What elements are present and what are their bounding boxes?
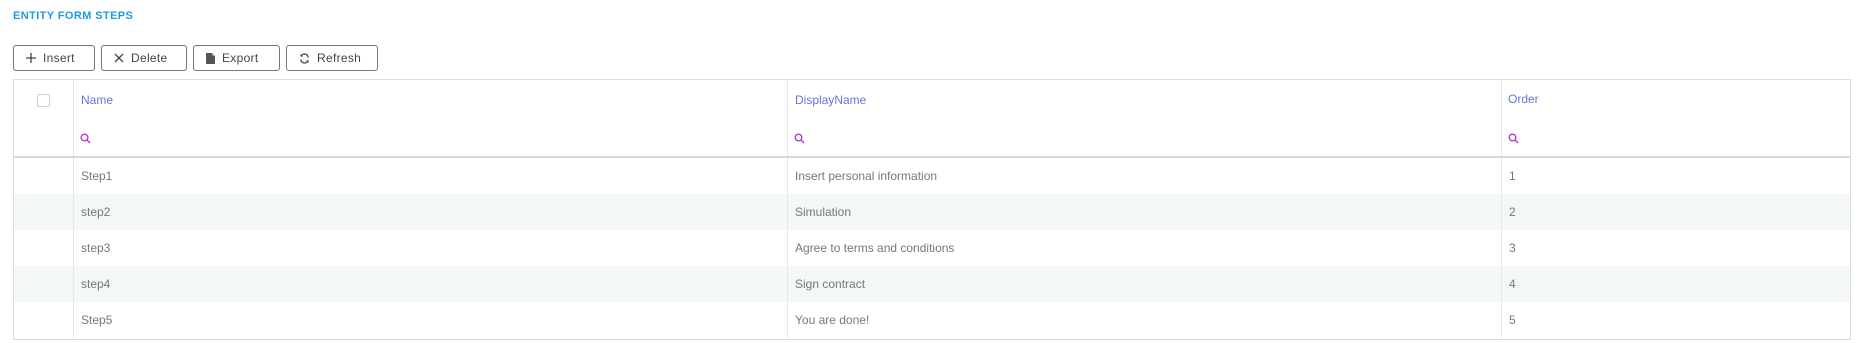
cell-displayname: You are done! <box>795 313 870 327</box>
grid-filter-row <box>14 120 1850 158</box>
search-icon[interactable] <box>1508 133 1519 144</box>
plus-icon <box>26 53 36 63</box>
filter-cell-order[interactable] <box>1501 120 1850 156</box>
cell-order: 1 <box>1509 169 1516 183</box>
refresh-button[interactable]: Refresh <box>286 45 378 71</box>
column-header-name-label: Name <box>81 93 114 107</box>
cell-name: step4 <box>81 277 111 291</box>
export-button-label: Export <box>222 51 259 65</box>
filter-cell-name[interactable] <box>73 120 787 156</box>
select-all-checkbox[interactable] <box>37 93 50 107</box>
cell-displayname: Insert personal information <box>795 169 938 183</box>
cell-name: Step5 <box>81 313 113 327</box>
grid-header-row: Name DisplayName Order <box>14 80 1850 120</box>
column-header-order[interactable]: Order <box>1501 80 1850 120</box>
insert-button-label: Insert <box>43 51 75 65</box>
data-grid: Name DisplayName Order Step1 Insert pers… <box>13 79 1851 340</box>
page-title: ENTITY FORM STEPS <box>13 10 134 22</box>
delete-button-label: Delete <box>131 51 168 65</box>
search-icon[interactable] <box>794 133 805 144</box>
select-all-cell <box>14 80 73 120</box>
filter-cell-displayname[interactable] <box>787 120 1501 156</box>
refresh-button-label: Refresh <box>317 51 362 65</box>
cell-order: 2 <box>1509 205 1516 219</box>
cell-order: 3 <box>1509 241 1516 255</box>
close-icon <box>114 53 124 63</box>
insert-button[interactable]: Insert <box>13 45 95 71</box>
cell-name: step3 <box>81 241 111 255</box>
toolbar: Insert Delete Export Refresh <box>13 45 378 71</box>
cell-displayname: Simulation <box>795 205 852 219</box>
column-header-order-label: Order <box>1508 92 1539 106</box>
column-header-name[interactable]: Name <box>73 80 787 120</box>
table-row[interactable]: Step1 Insert personal information 1 <box>14 158 1850 194</box>
search-icon[interactable] <box>80 133 91 144</box>
cell-name: Step1 <box>81 169 113 183</box>
cell-displayname: Sign contract <box>795 277 866 291</box>
export-button[interactable]: Export <box>193 45 280 71</box>
cell-name: step2 <box>81 205 111 219</box>
table-row[interactable]: step3 Agree to terms and conditions 3 <box>14 230 1850 266</box>
refresh-icon <box>299 52 310 64</box>
cell-displayname: Agree to terms and conditions <box>795 241 955 255</box>
document-icon <box>206 52 215 64</box>
cell-order: 5 <box>1509 313 1516 327</box>
table-row[interactable]: step4 Sign contract 4 <box>14 266 1850 302</box>
table-row[interactable]: step2 Simulation 2 <box>14 194 1850 230</box>
cell-order: 4 <box>1509 277 1516 291</box>
delete-button[interactable]: Delete <box>101 45 187 71</box>
table-row[interactable]: Step5 You are done! 5 <box>14 302 1850 338</box>
column-header-displayname[interactable]: DisplayName <box>787 80 1501 120</box>
column-header-displayname-label: DisplayName <box>795 93 867 107</box>
